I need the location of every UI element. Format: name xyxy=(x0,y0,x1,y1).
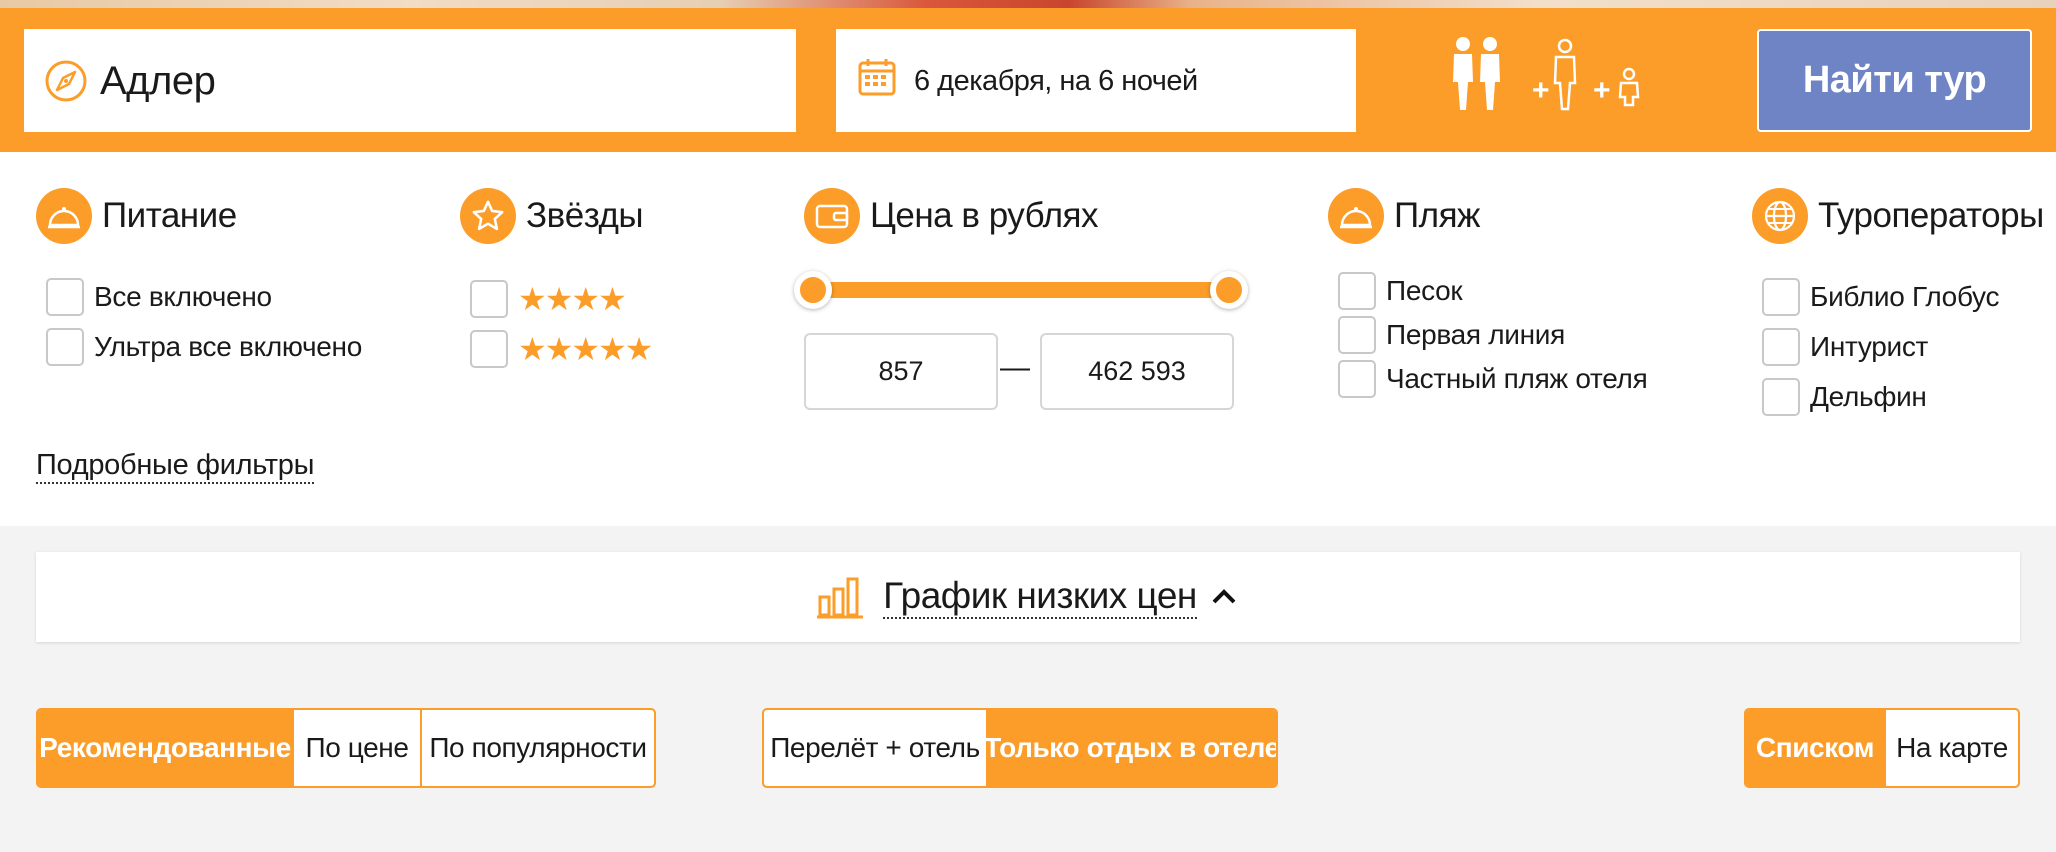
checkbox[interactable] xyxy=(470,330,508,368)
operators-filter-title: Туроператоры xyxy=(1818,196,2044,235)
filters-panel: Питание Все включено Ультра все включено… xyxy=(0,152,2056,526)
checkbox[interactable] xyxy=(470,280,508,318)
find-tour-button[interactable]: Найти тур xyxy=(1757,29,2032,132)
food-filter-title: Питание xyxy=(102,196,237,235)
price-min-input[interactable]: 857 xyxy=(804,333,998,410)
star-icon xyxy=(460,188,516,244)
tour-type-flight-hotel[interactable]: Перелёт + отель xyxy=(764,710,986,786)
sort-by-price[interactable]: По цене xyxy=(292,710,420,786)
plus-infant: + xyxy=(1593,74,1611,107)
five-stars-icon: ★★★★★ xyxy=(518,331,653,367)
date-field[interactable]: 6 декабря, на 6 ночей xyxy=(836,29,1356,132)
view-switcher: Списком На карте xyxy=(1744,708,2020,788)
checkbox[interactable] xyxy=(46,328,84,366)
checkbox[interactable] xyxy=(1338,360,1376,398)
beach-filter-header: Пляж xyxy=(1328,188,1480,244)
bar-chart-icon xyxy=(817,577,864,619)
operator-option-intourist[interactable]: Интурист xyxy=(1762,328,1928,366)
option-label: Песок xyxy=(1386,275,1463,306)
operator-option-biblio-globus[interactable]: Библио Глобус xyxy=(1762,278,1999,316)
wallet-icon xyxy=(804,188,860,244)
destination-field[interactable]: Адлер xyxy=(24,29,796,132)
chevron-up-icon xyxy=(1212,589,1236,604)
beach-option-private[interactable]: Частный пляж отеля xyxy=(1338,360,1648,398)
sort-by-popularity[interactable]: По популярности xyxy=(420,710,654,786)
checkbox[interactable] xyxy=(1338,316,1376,354)
beach-option-sand[interactable]: Песок xyxy=(1338,272,1463,310)
view-map[interactable]: На карте xyxy=(1884,710,2018,786)
sort-recommended[interactable]: Рекомендованные xyxy=(38,710,292,786)
option-label: Частный пляж отеля xyxy=(1386,363,1648,394)
operators-filter-header: Туроператоры xyxy=(1752,188,2044,244)
option-label: Ультра все включено xyxy=(94,331,362,362)
calendar-icon xyxy=(858,59,896,96)
checkbox[interactable] xyxy=(46,278,84,316)
food-filter-header: Питание xyxy=(36,188,237,244)
cloche-icon xyxy=(1328,188,1384,244)
price-separator: — xyxy=(1000,351,1030,384)
price-filter-header: Цена в рублях xyxy=(804,188,1099,244)
more-filters-link[interactable]: Подробные фильтры xyxy=(36,448,314,484)
sort-switcher: Рекомендованные По цене По популярности xyxy=(36,708,656,788)
tour-type-switcher: Перелёт + отель Только отдых в отеле xyxy=(762,708,1278,788)
stars-filter-header: Звёзды xyxy=(460,188,644,244)
checkbox[interactable] xyxy=(1762,278,1800,316)
destination-value: Адлер xyxy=(100,59,216,103)
globe-icon xyxy=(1752,188,1808,244)
price-slider-max-handle[interactable] xyxy=(1210,271,1248,309)
tourists-icon xyxy=(1453,37,1640,111)
operator-option-delfin[interactable]: Дельфин xyxy=(1762,378,1927,416)
checkbox[interactable] xyxy=(1338,272,1376,310)
header-photo-strip xyxy=(0,0,2056,8)
food-option-all-inclusive[interactable]: Все включено xyxy=(46,278,272,316)
tourists-selector[interactable]: + + xyxy=(1450,36,1650,116)
checkbox[interactable] xyxy=(1762,378,1800,416)
checkbox[interactable] xyxy=(1762,328,1800,366)
stars-filter-title: Звёзды xyxy=(526,196,644,235)
price-slider-min-handle[interactable] xyxy=(794,271,832,309)
option-label: Дельфин xyxy=(1810,381,1927,412)
date-value: 6 декабря, на 6 ночей xyxy=(914,65,1198,97)
stars-option-5[interactable]: ★★★★★ xyxy=(470,330,653,368)
beach-option-first-line[interactable]: Первая линия xyxy=(1338,316,1565,354)
option-label: Первая линия xyxy=(1386,319,1565,350)
tour-type-hotel-only[interactable]: Только отдых в отеле xyxy=(984,710,1276,786)
price-max-input[interactable]: 462 593 xyxy=(1040,333,1234,410)
low-price-chart-label: График низких цен xyxy=(883,575,1197,619)
cloche-icon xyxy=(36,188,92,244)
beach-filter-title: Пляж xyxy=(1394,196,1480,235)
four-stars-icon: ★★★★ xyxy=(518,281,627,317)
stars-option-4[interactable]: ★★★★ xyxy=(470,280,627,318)
compass-icon xyxy=(45,60,87,102)
view-list[interactable]: Списком xyxy=(1746,710,1884,786)
option-label: Все включено xyxy=(94,281,272,312)
price-filter-title: Цена в рублях xyxy=(870,196,1099,235)
option-label: Библио Глобус xyxy=(1810,281,2000,312)
option-label: Интурист xyxy=(1810,331,1929,362)
low-price-chart-toggle[interactable]: График низких цен xyxy=(36,552,2020,642)
plus-child: + xyxy=(1532,74,1550,107)
food-option-ultra-all-inclusive[interactable]: Ультра все включено xyxy=(46,328,362,366)
price-slider-track[interactable] xyxy=(814,282,1230,298)
search-bar: Адлер 6 декабря, на 6 ночей + + Найти ту… xyxy=(0,8,2056,152)
